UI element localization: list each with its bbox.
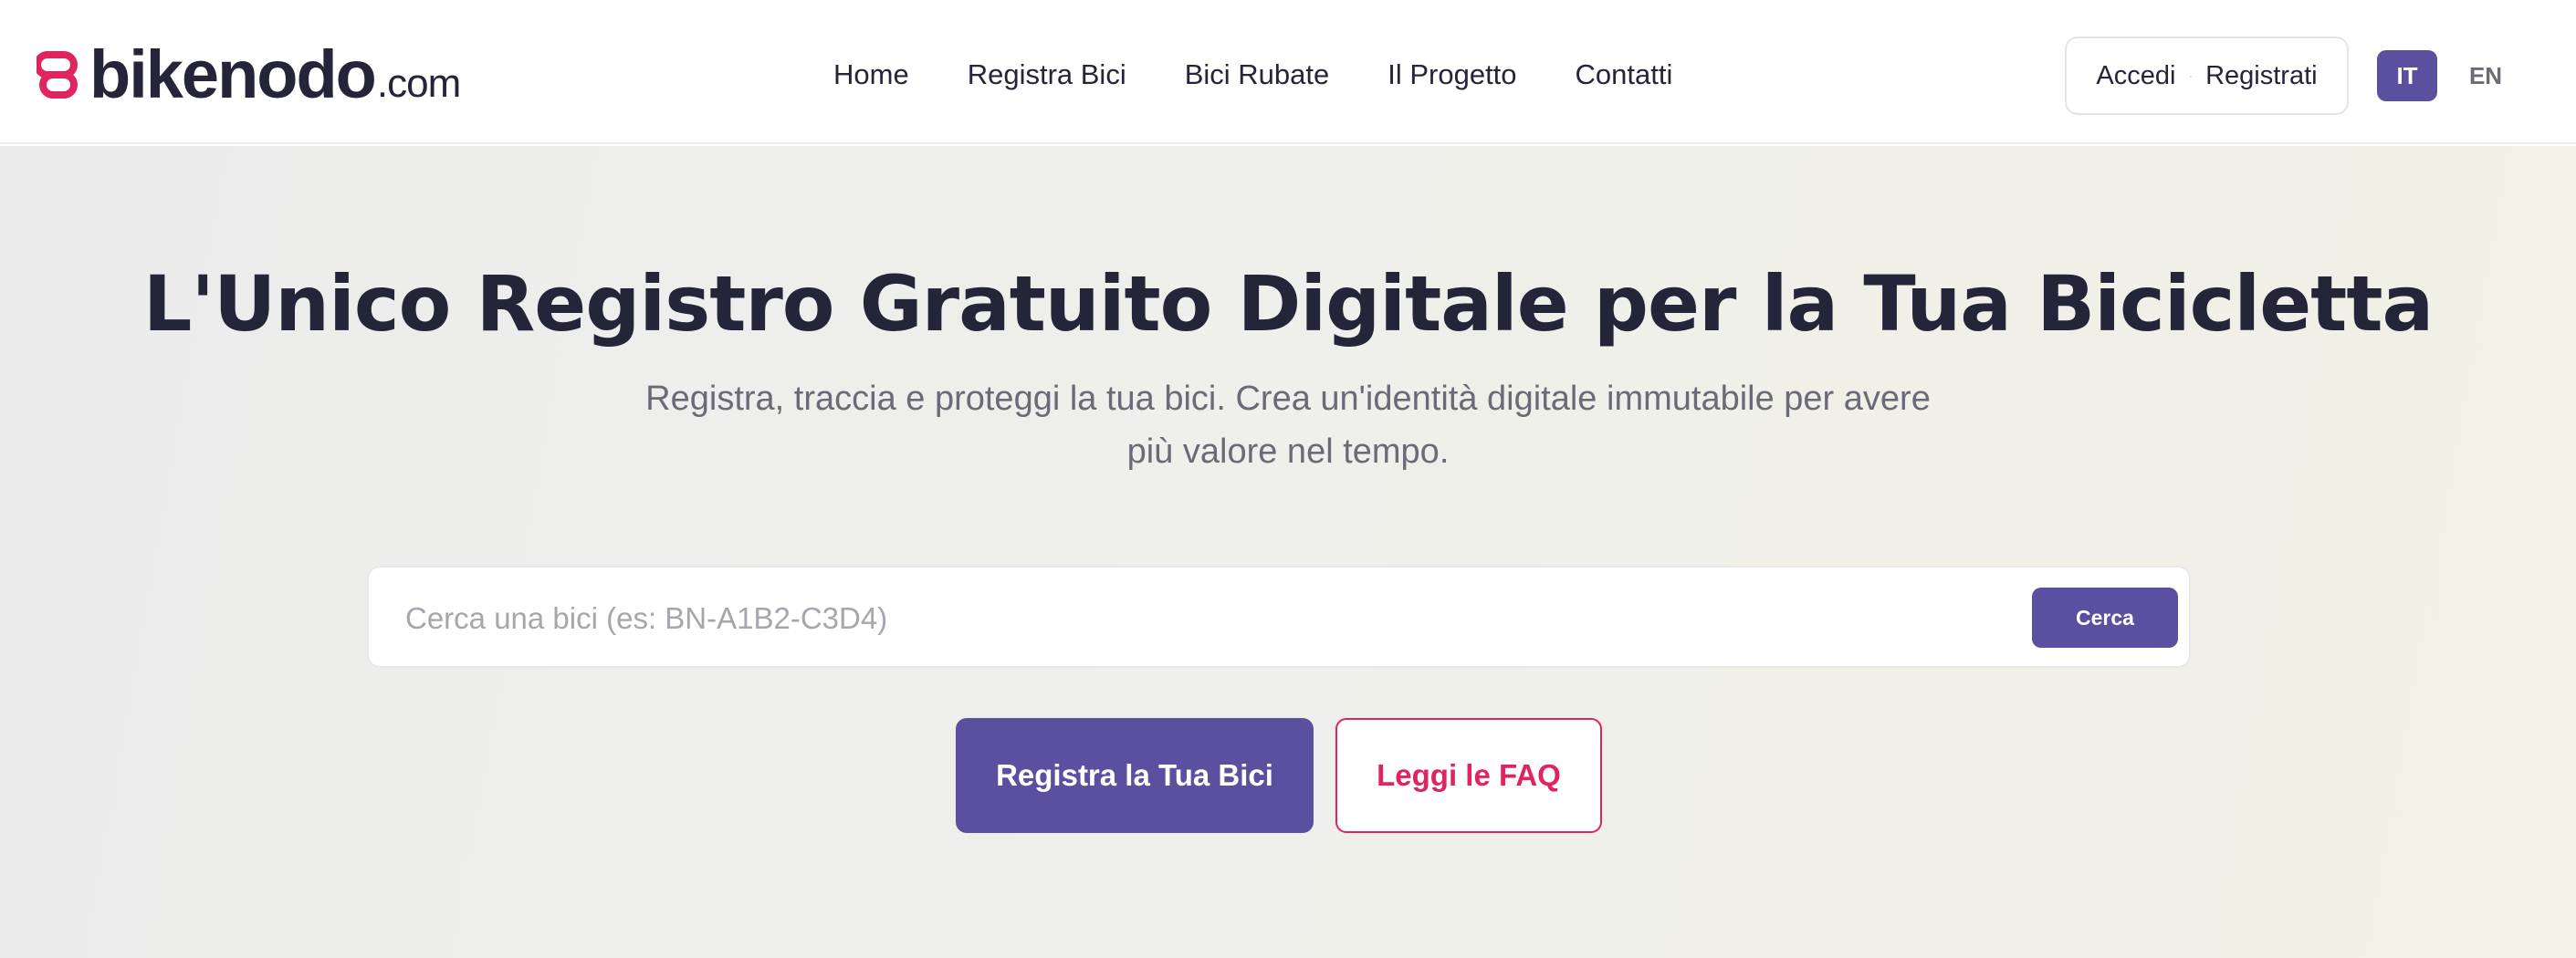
nav-bici-rubate[interactable]: Bici Rubate xyxy=(1185,58,1330,91)
language-it-button[interactable]: IT xyxy=(2377,50,2437,101)
nav-il-progetto[interactable]: Il Progetto xyxy=(1387,58,1516,91)
register-bike-button[interactable]: Registra la Tua Bici xyxy=(956,718,1314,833)
search-input[interactable] xyxy=(405,591,1957,646)
main-nav: Home Registra Bici Bici Rubate Il Proget… xyxy=(833,51,1672,99)
search-button[interactable]: Cerca xyxy=(2032,588,2178,648)
bikenodo-link-logo-icon xyxy=(37,51,78,99)
hero-subtitle: Registra, traccia e proteggi la tua bici… xyxy=(645,380,1931,471)
login-button[interactable]: Accedi xyxy=(2096,61,2175,91)
read-faq-button[interactable]: Leggi le FAQ xyxy=(1335,718,1602,833)
site-header: bikenodo .com Home Registra Bici Bici Ru… xyxy=(0,0,2576,144)
brand-logo[interactable]: bikenodo .com xyxy=(37,36,461,112)
nav-registra-bici[interactable]: Registra Bici xyxy=(968,58,1126,91)
hero-section: L'Unico Registro Gratuito Digitale per l… xyxy=(0,146,2576,958)
language-en-button[interactable]: EN xyxy=(2456,50,2516,101)
auth-box: Accedi · Registrati xyxy=(2065,36,2349,115)
search-bar: Cerca xyxy=(367,566,2191,668)
nav-contatti[interactable]: Contatti xyxy=(1576,58,1673,91)
nav-home[interactable]: Home xyxy=(833,58,909,91)
hero-title: L'Unico Registro Gratuito Digitale per l… xyxy=(142,259,2434,349)
register-button[interactable]: Registrati xyxy=(2205,61,2318,91)
auth-separator: · xyxy=(2188,68,2194,83)
brand-name: bikenodo xyxy=(89,36,377,112)
brand-suffix: .com xyxy=(376,61,461,106)
